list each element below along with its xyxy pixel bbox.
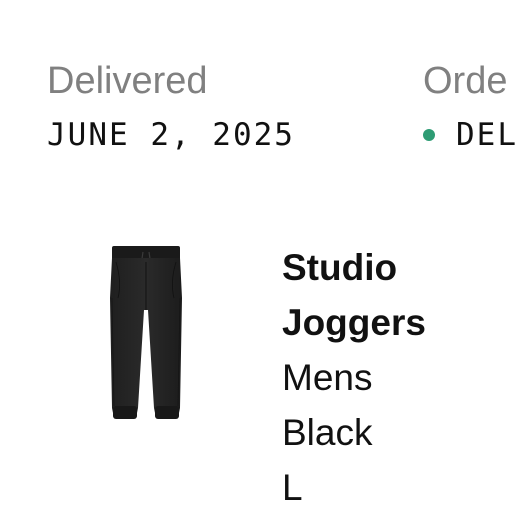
product-size: L <box>282 467 303 508</box>
status-dot-icon <box>423 129 435 141</box>
delivered-date: JUNE 2, 2025 <box>47 117 295 153</box>
delivered-column: Delivered JUNE 2, 2025 <box>47 58 295 152</box>
order-status-label: Orde <box>423 60 508 102</box>
delivered-label: Delivered <box>47 60 208 102</box>
black-joggers-image <box>110 246 182 419</box>
product-name-line-2: Joggers <box>282 302 426 343</box>
product-image[interactable] <box>96 238 196 428</box>
order-item[interactable]: Studio Joggers Mens Black L <box>0 230 524 530</box>
product-details: Studio Joggers Mens Black L <box>282 240 522 515</box>
product-color: Black <box>282 412 373 453</box>
order-status-text: DEL <box>456 117 518 153</box>
product-name[interactable]: Studio Joggers <box>282 240 522 350</box>
product-name-line-1: Studio <box>282 247 398 288</box>
order-status-column: Orde DEL <box>423 58 518 152</box>
order-status-value: DEL <box>423 118 518 152</box>
product-gender: Mens <box>282 357 373 398</box>
order-summary: Delivered JUNE 2, 2025 Orde DEL <box>0 0 524 180</box>
